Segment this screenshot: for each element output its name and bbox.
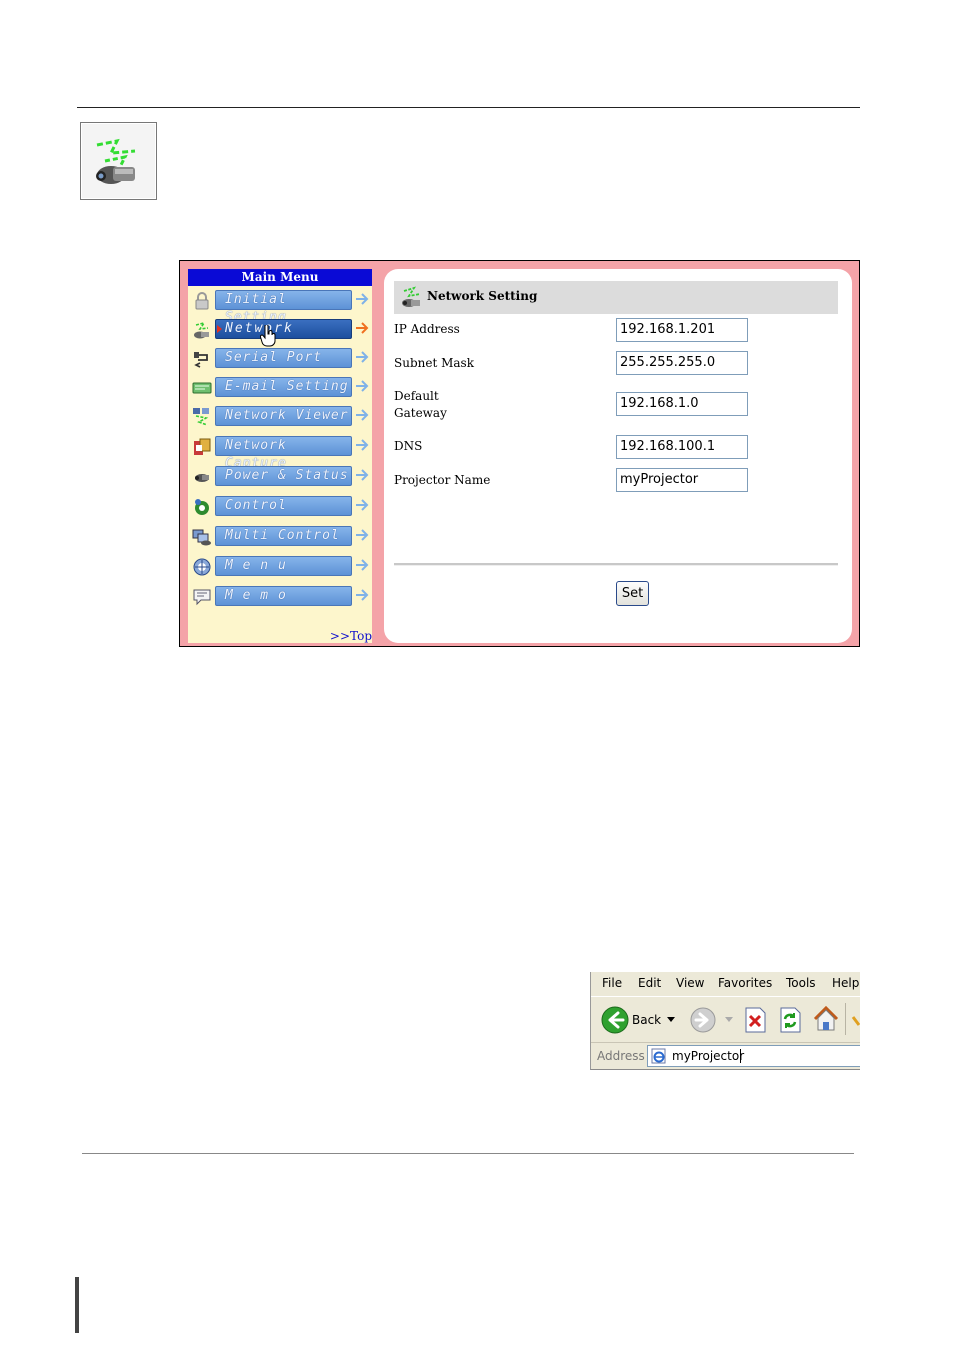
bottom-rule	[82, 1153, 854, 1154]
arrow-right-icon[interactable]	[355, 290, 369, 308]
arrow-right-icon[interactable]	[355, 526, 369, 544]
network-section-icon	[80, 122, 157, 200]
arrow-right-icon[interactable]	[355, 496, 369, 514]
content-header: Network Setting	[394, 281, 838, 314]
default-gateway-label-line1: Default	[394, 389, 439, 403]
subnet-mask-field[interactable]: 255.255.255.0	[616, 351, 748, 375]
network-icon	[194, 321, 209, 339]
menu-item-network-viewer[interactable]: Network Viewer	[188, 404, 372, 430]
arrow-right-icon[interactable]	[355, 586, 369, 604]
back-arrow-icon[interactable]	[601, 1006, 629, 1034]
search-icon[interactable]	[851, 1015, 860, 1027]
default-gateway-field[interactable]: 192.168.1.0	[616, 392, 748, 416]
toolbar-separator	[845, 1003, 846, 1035]
top-rule	[77, 107, 860, 108]
menu-button-label[interactable]: Network Viewer	[215, 406, 352, 426]
hand-cursor-icon	[260, 325, 276, 347]
subnet-mask-label: Subnet Mask	[394, 356, 474, 370]
arrow-right-icon[interactable]	[355, 466, 369, 484]
menu-item-memo[interactable]: M e m o	[188, 584, 372, 610]
address-bar: Address myProjector	[591, 1042, 860, 1069]
menu-item-email-setting[interactable]: E-mail Setting	[188, 375, 372, 401]
stop-icon[interactable]	[744, 1007, 766, 1033]
dns-field[interactable]: 192.168.100.1	[616, 435, 748, 459]
menu-file[interactable]: File	[602, 976, 622, 990]
page-side-bar	[75, 1277, 79, 1333]
default-gateway-label-line2: Gateway	[394, 406, 447, 420]
network-setting-panel: Network Setting IP Address 192.168.1.201…	[384, 269, 852, 643]
menu-item-network-capture[interactable]: Network Capture	[188, 434, 372, 471]
address-text[interactable]: myProjector	[672, 1049, 744, 1063]
address-input[interactable]: myProjector	[647, 1045, 860, 1067]
network-viewer-icon	[193, 408, 209, 426]
main-menu-header: Main Menu	[188, 269, 372, 286]
menu-button-label[interactable]: Power & Status	[215, 466, 352, 486]
lock-icon	[195, 292, 209, 310]
dropdown-arrow-icon[interactable]	[667, 1017, 675, 1023]
menu-button-label[interactable]: Network	[215, 319, 352, 339]
menu-item-network[interactable]: Network	[188, 317, 372, 347]
top-link[interactable]: >>Top	[330, 629, 372, 643]
memo-icon	[193, 589, 211, 606]
menu-button-label[interactable]: Serial Port	[215, 348, 352, 368]
address-label: Address	[597, 1049, 645, 1063]
power-status-icon	[195, 474, 209, 482]
menu-item-initial-setting[interactable]: Initial Setting	[188, 288, 372, 325]
browser-toolbar: Back	[591, 996, 860, 1041]
menu-button-label[interactable]: Multi Control	[215, 526, 352, 546]
menu-item-power-status[interactable]: Power & Status	[188, 464, 372, 490]
serial-port-icon	[194, 352, 208, 368]
back-label[interactable]: Back	[632, 1013, 661, 1027]
menu-item-serial-port[interactable]: Serial Port	[188, 346, 372, 372]
menu-button-label[interactable]: Control	[215, 496, 352, 516]
multi-control-icon	[192, 529, 211, 546]
menu-button-label[interactable]: E-mail Setting	[215, 377, 352, 397]
projector-name-field[interactable]: myProjector	[616, 468, 748, 492]
set-button[interactable]: Set	[616, 581, 649, 606]
menu-edit[interactable]: Edit	[638, 976, 661, 990]
arrow-right-icon[interactable]	[355, 556, 369, 574]
menu-tools[interactable]: Tools	[786, 976, 816, 990]
ip-address-label: IP Address	[394, 322, 460, 336]
text-caret	[740, 1049, 741, 1063]
content-title: Network Setting	[427, 289, 538, 303]
email-icon	[192, 382, 212, 394]
menu-button-label[interactable]: Initial Setting	[215, 290, 352, 325]
menu-button-label[interactable]: Network Capture	[215, 436, 352, 471]
refresh-icon[interactable]	[779, 1007, 801, 1033]
browser-menubar: File Edit View Favorites Tools Help	[591, 972, 860, 994]
network-capture-icon	[194, 438, 211, 455]
menu-favorites[interactable]: Favorites	[718, 976, 772, 990]
main-menu-panel: Main Menu Initial Setting Network Serial…	[188, 269, 372, 643]
control-icon	[195, 499, 209, 515]
arrow-right-icon[interactable]	[355, 436, 369, 454]
arrow-right-icon[interactable]	[355, 377, 369, 395]
projector-name-label: Projector Name	[394, 473, 491, 487]
active-marker-icon	[217, 325, 222, 333]
network-icon	[402, 286, 421, 307]
browser-toolbar-screenshot: File Edit View Favorites Tools Help Back…	[590, 972, 860, 1070]
menu-help[interactable]: Help	[832, 976, 859, 990]
arrow-right-icon[interactable]	[355, 406, 369, 424]
menu-view[interactable]: View	[676, 976, 704, 990]
forward-arrow-icon[interactable]	[690, 1007, 716, 1033]
dns-label: DNS	[394, 439, 423, 453]
projector-web-ui-screenshot: Main Menu Initial Setting Network Serial…	[179, 260, 860, 647]
arrow-right-icon[interactable]	[355, 348, 369, 366]
menu-button-label[interactable]: M e m o	[215, 586, 352, 606]
menu-button-label[interactable]: M e n u	[215, 556, 352, 576]
dropdown-arrow-icon[interactable]	[725, 1017, 733, 1023]
ip-address-field[interactable]: 192.168.1.201	[616, 318, 748, 342]
ie-page-icon	[651, 1048, 666, 1064]
menu-icon	[193, 558, 211, 576]
menu-item-control[interactable]: Control	[188, 494, 372, 520]
menu-item-menu[interactable]: M e n u	[188, 554, 372, 580]
arrow-right-icon[interactable]	[355, 319, 369, 337]
divider	[394, 563, 838, 566]
menu-item-multi-control[interactable]: Multi Control	[188, 524, 372, 550]
home-icon[interactable]	[812, 1005, 840, 1033]
